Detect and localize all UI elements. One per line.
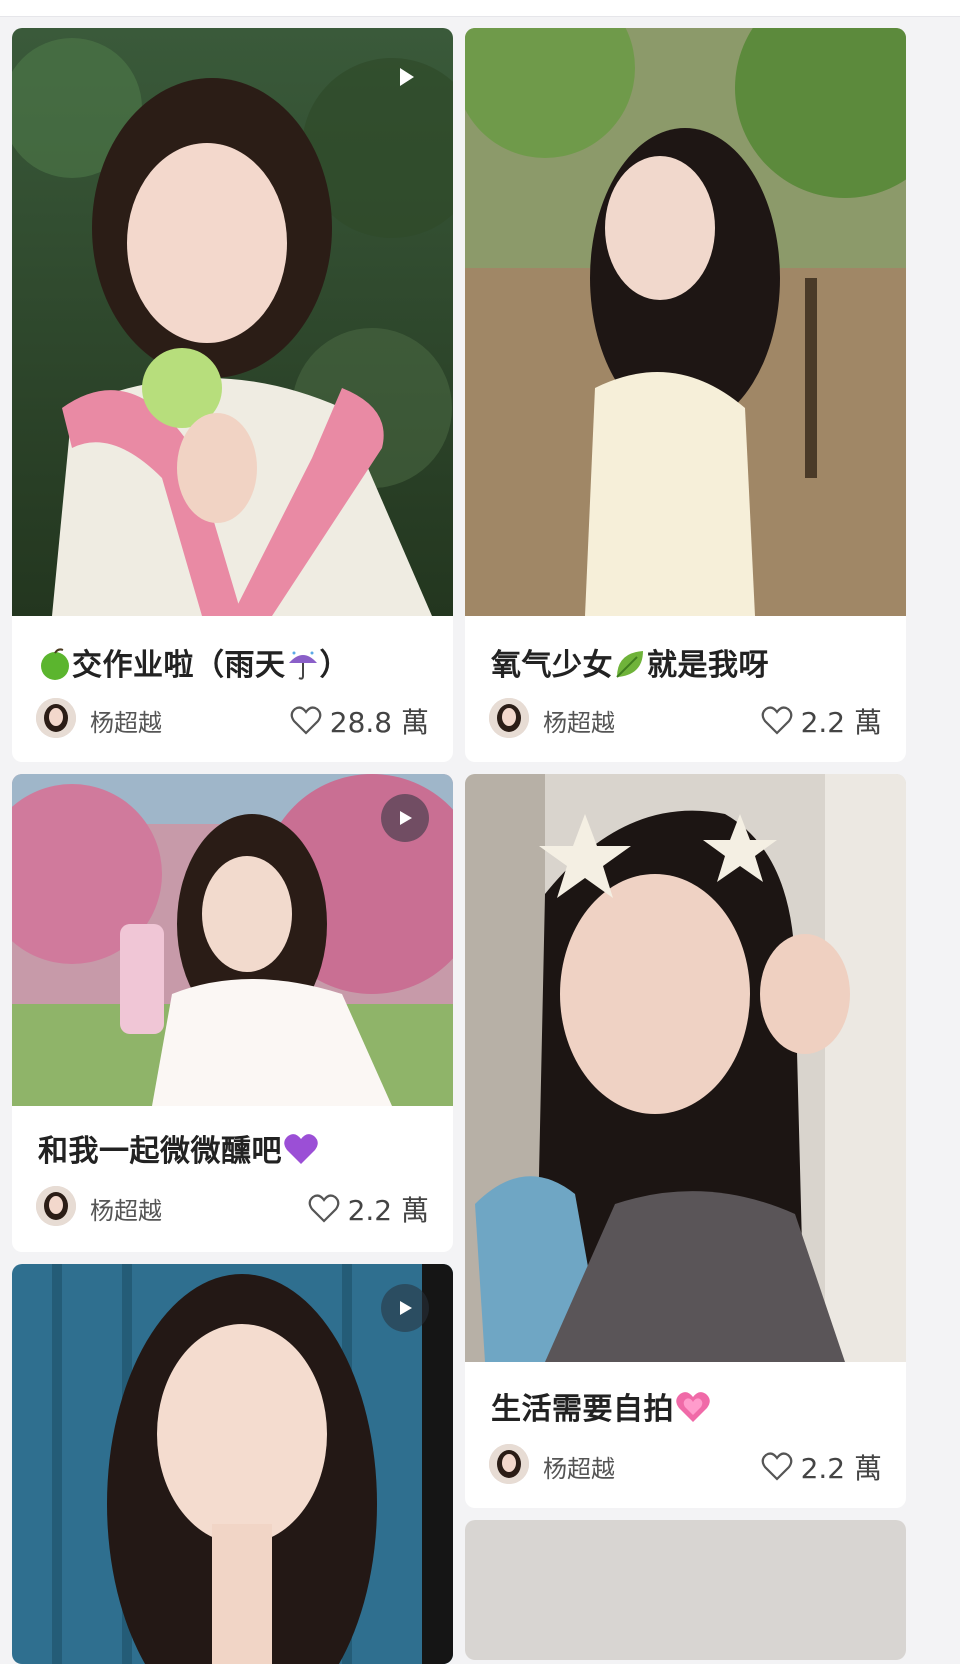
video-play-button[interactable]: [381, 794, 429, 842]
author-avatar[interactable]: [36, 1186, 76, 1226]
author-avatar[interactable]: [489, 698, 529, 738]
video-play-button[interactable]: [381, 1284, 429, 1332]
heart-outline-icon: [290, 706, 322, 735]
heart-outline-icon: [761, 706, 792, 735]
like-button[interactable]: 2.2 萬: [761, 1447, 882, 1487]
post-meta: 杨超越 2.2 萬: [36, 1186, 429, 1230]
play-icon: [400, 1301, 412, 1315]
author-name[interactable]: 杨超越: [90, 1191, 162, 1226]
author-avatar[interactable]: [36, 698, 76, 738]
top-bar: [0, 0, 960, 17]
post-card[interactable]: 生活需要自拍 杨超越 2.2 萬: [465, 774, 906, 1508]
like-button[interactable]: 28.8 萬: [290, 701, 429, 741]
post-title: 交作业啦（雨天 ）: [38, 640, 350, 684]
post-meta: 杨超越 28.8 萬: [36, 698, 429, 742]
like-count: 28.8 萬: [329, 706, 429, 739]
post-card[interactable]: 和我一起微微醺吧 杨超越 2.2 萬: [12, 774, 453, 1252]
post-photo[interactable]: [465, 28, 906, 616]
post-card[interactable]: 氧气少女 就是我呀 杨超越 2.2 萬: [465, 28, 906, 762]
like-button[interactable]: 2.2 萬: [761, 701, 882, 741]
post-title: 和我一起微微醺吧: [38, 1126, 320, 1170]
post-photo[interactable]: [12, 774, 453, 1106]
post-card[interactable]: 交作业啦（雨天 ） 杨超越 28.8 萬: [12, 28, 453, 762]
post-photo[interactable]: [465, 774, 906, 1362]
video-play-icon: [400, 68, 414, 86]
post-card[interactable]: [12, 1264, 453, 1664]
sparkling-heart-icon: [674, 1389, 712, 1425]
like-count: 2.2 萬: [347, 1194, 429, 1227]
post-meta: 杨超越 2.2 萬: [489, 698, 882, 742]
like-count: 2.2 萬: [800, 706, 882, 739]
post-photo[interactable]: [12, 28, 453, 616]
leaf-icon: [613, 647, 647, 681]
play-icon: [400, 811, 412, 825]
author-avatar[interactable]: [489, 1444, 529, 1484]
umbrella-rain-icon: [286, 647, 320, 681]
author-name[interactable]: 杨超越: [543, 1449, 615, 1484]
purple-heart-icon: [282, 1131, 320, 1167]
heart-outline-icon: [308, 1194, 339, 1223]
post-photo[interactable]: [12, 1264, 453, 1664]
author-name[interactable]: 杨超越: [90, 703, 162, 738]
author-name[interactable]: 杨超越: [543, 703, 615, 738]
post-meta: 杨超越 2.2 萬: [489, 1444, 882, 1488]
post-card[interactable]: [465, 1520, 906, 1660]
heart-outline-icon: [761, 1452, 792, 1481]
like-count: 2.2 萬: [800, 1452, 882, 1485]
post-title: 氧气少女 就是我呀: [491, 647, 769, 683]
like-button[interactable]: 2.2 萬: [308, 1189, 429, 1229]
green-apple-icon: [38, 647, 72, 681]
post-title: 生活需要自拍: [491, 1384, 712, 1428]
post-photo[interactable]: [465, 1520, 906, 1660]
